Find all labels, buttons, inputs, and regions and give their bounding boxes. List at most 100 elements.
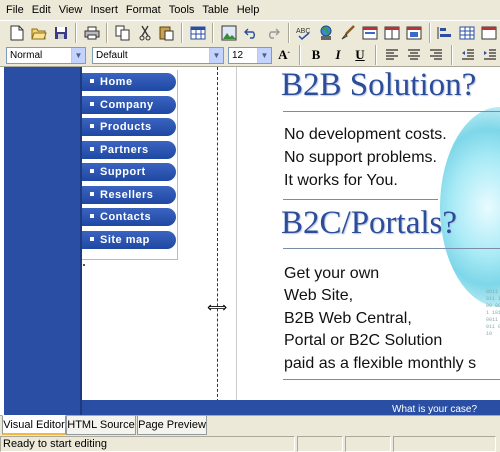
font-family-select[interactable]: Default ▼ (92, 46, 224, 64)
tab-html-source[interactable]: HTML Source (66, 416, 136, 435)
toolbar-separator (75, 22, 78, 43)
bullet-icon (90, 169, 94, 174)
chevron-down-icon[interactable]: ▼ (209, 47, 223, 63)
navigation-menu: Home Company Products Partners Support R… (82, 70, 178, 260)
save-icon[interactable] (50, 22, 71, 44)
italic-button[interactable]: I (328, 45, 348, 65)
nav-site-map[interactable]: Site map (82, 231, 176, 249)
nav-label: Site map (100, 234, 150, 246)
chevron-down-icon[interactable]: ▼ (257, 47, 271, 63)
layer-icon[interactable] (404, 22, 425, 44)
left-blue-column (4, 67, 80, 415)
align-left-icon[interactable] (382, 45, 402, 65)
toolbar-separator (451, 45, 453, 65)
menu-format[interactable]: Format (122, 0, 165, 20)
toolbar-separator (181, 22, 184, 43)
font-size-select[interactable]: 12 ▼ (228, 46, 272, 64)
paragraph-style-value: Normal (10, 49, 43, 61)
toolbar-separator (375, 45, 377, 65)
nav-products[interactable]: Products (82, 118, 176, 136)
resize-cursor-icon: ⟺ (207, 299, 228, 315)
nav-support[interactable]: Support (82, 163, 176, 181)
bullet-icon (90, 237, 94, 242)
menu-tools[interactable]: Tools (165, 0, 199, 20)
align-objects-icon[interactable] (435, 22, 456, 44)
bold-button[interactable]: B (306, 45, 326, 65)
frame-icon[interactable] (382, 22, 403, 44)
bullet-icon (90, 102, 94, 107)
bullet-icon (90, 214, 94, 219)
nav-contacts[interactable]: Contacts (82, 208, 176, 226)
divider-line (283, 248, 500, 249)
nav-resellers[interactable]: Resellers (82, 186, 176, 204)
nav-label: Partners (100, 144, 149, 156)
font-size-label: A (278, 47, 288, 62)
globe-link-icon[interactable] (316, 22, 337, 44)
status-cell-empty (297, 436, 343, 452)
paste-icon[interactable] (156, 22, 177, 44)
copy-icon[interactable] (112, 22, 133, 44)
bullet-icon (90, 147, 94, 152)
cursor-dot (83, 264, 85, 266)
align-right-icon[interactable] (426, 45, 446, 65)
column-border (236, 67, 237, 412)
outdent-icon[interactable] (458, 45, 478, 65)
menu-edit[interactable]: Edit (28, 0, 55, 20)
footer-text: What is your case? (392, 404, 478, 415)
toolbar-separator (212, 22, 215, 43)
toolbar-separator (287, 22, 290, 43)
grid-icon[interactable] (457, 22, 478, 44)
open-icon[interactable] (28, 22, 49, 44)
body-b2c-line5: paid as a flexible monthly s (284, 355, 477, 372)
font-size-increase-button[interactable]: Aˆ (274, 45, 294, 65)
toolbar-separator (428, 22, 431, 43)
form-icon[interactable] (360, 22, 381, 44)
nav-home[interactable]: Home (82, 73, 176, 91)
body-b2c-line3: B2B Web Central, (284, 310, 412, 327)
print-icon[interactable] (81, 22, 102, 44)
chevron-down-icon[interactable]: ▼ (71, 47, 85, 63)
tab-page-preview[interactable]: Page Preview (137, 416, 207, 435)
nav-label: Company (100, 99, 154, 111)
brush-icon[interactable] (338, 22, 359, 44)
format-toolbar: Normal ▼ Default ▼ 12 ▼ Aˆ B I U (0, 44, 500, 66)
menu-file[interactable]: File (2, 0, 28, 20)
nav-partners[interactable]: Partners (82, 141, 176, 159)
toolbar-separator (299, 45, 301, 65)
table-column-guide[interactable] (217, 67, 218, 412)
binary-digits-graphic: 0011 0011 1100 0011 1011 0011 0011 0110 (486, 289, 500, 337)
tab-visual-editor[interactable]: Visual Editor (2, 415, 66, 435)
nav-label: Support (100, 166, 146, 178)
standard-toolbar: ABC (0, 20, 500, 44)
align-center-icon[interactable] (404, 45, 424, 65)
bullet-icon (90, 79, 94, 84)
new-icon[interactable] (6, 22, 27, 44)
undo-icon[interactable] (240, 22, 261, 44)
toggle-icon[interactable] (479, 22, 500, 44)
underline-button[interactable]: U (350, 45, 370, 65)
redo-icon[interactable] (262, 22, 283, 44)
menu-help[interactable]: Help (233, 0, 264, 20)
insert-image-icon[interactable] (218, 22, 239, 44)
status-message: Ready to start editing (0, 436, 295, 452)
headline-b2c: B2C/Portals? (281, 205, 458, 241)
visual-editor-canvas[interactable]: Home Company Products Partners Support R… (0, 66, 500, 415)
caret-icon: ˆ (287, 51, 290, 59)
nav-company[interactable]: Company (82, 96, 176, 114)
body-b2c-line4: Portal or B2C Solution (284, 332, 443, 349)
editor-mode-tabs: Visual Editor HTML Source Page Preview (0, 415, 500, 436)
divider-line (283, 111, 500, 112)
menu-view[interactable]: View (55, 0, 87, 20)
cut-icon[interactable] (134, 22, 155, 44)
spellcheck-icon[interactable]: ABC (294, 22, 315, 44)
body-b2b-line1: No development costs. (284, 126, 447, 143)
indent-icon[interactable] (480, 45, 500, 65)
status-cell-empty (345, 436, 391, 452)
bullet-icon (90, 192, 94, 197)
font-size-value: 12 (232, 49, 244, 61)
table-icon[interactable] (187, 22, 208, 44)
menu-table[interactable]: Table (198, 0, 232, 20)
paragraph-style-select[interactable]: Normal ▼ (6, 46, 86, 64)
nav-label: Products (100, 121, 152, 133)
menu-insert[interactable]: Insert (86, 0, 122, 20)
